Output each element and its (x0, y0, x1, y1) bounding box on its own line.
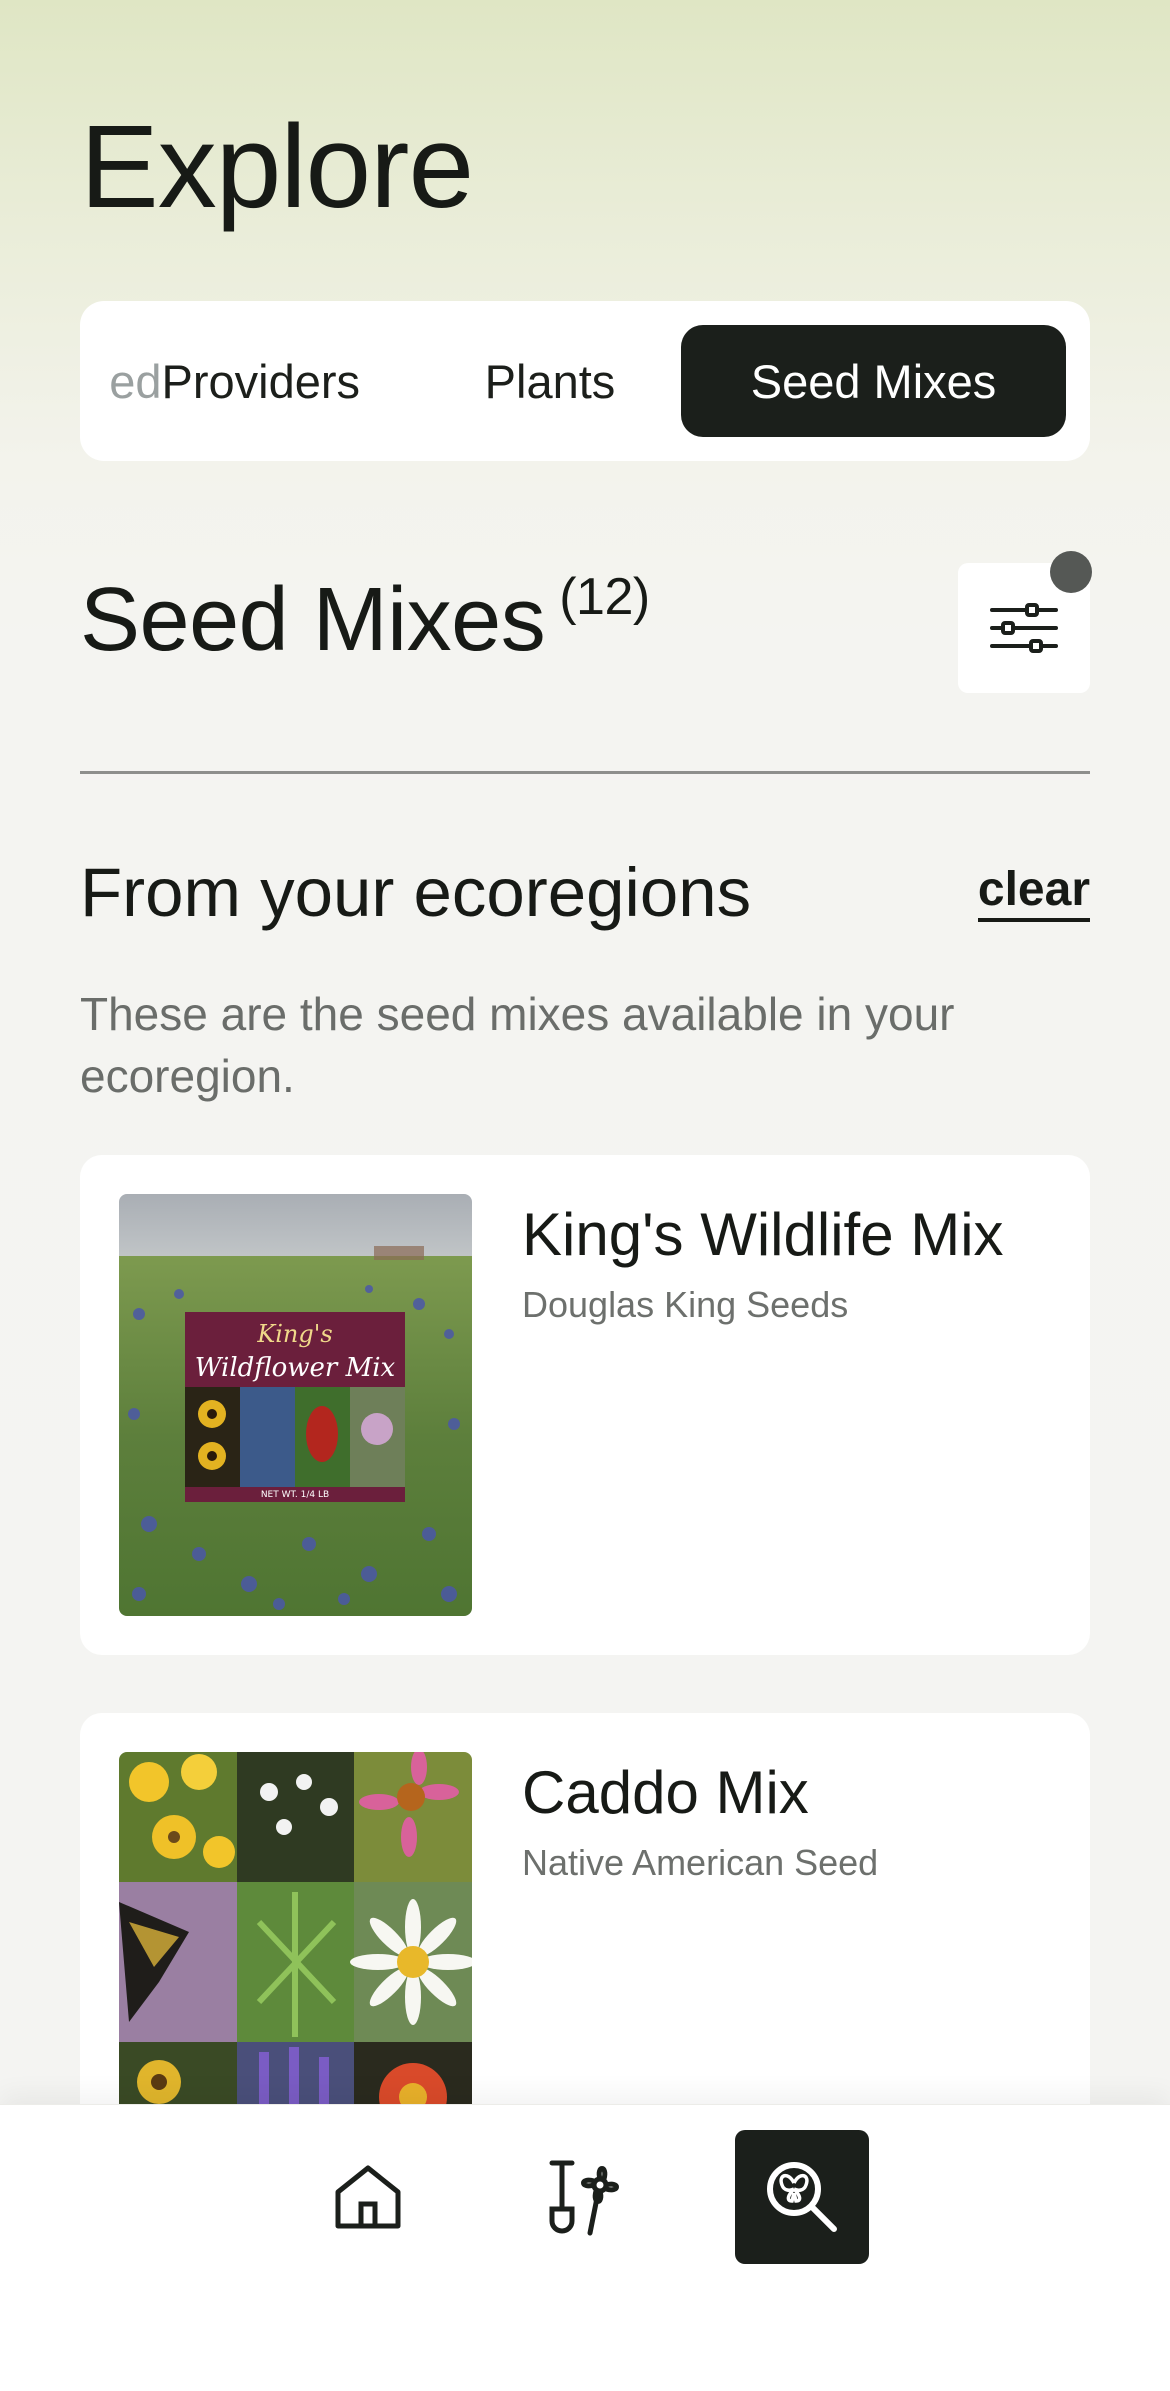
sliders-icon (990, 603, 1058, 653)
tab-seed-providers[interactable]: ed Providers (80, 325, 360, 437)
section-heading: Seed Mixes (12) (80, 570, 650, 670)
page-title: Explore (80, 101, 474, 233)
explore-search-icon (767, 2162, 837, 2232)
ecoregion-title: From your ecoregions (80, 854, 752, 931)
seed-mix-title: King's Wildlife Mix (522, 1201, 1004, 1268)
seed-mix-image: King's Wildflower Mix NET WT. 1/4 LB (119, 1194, 472, 1616)
garden-tools-icon (549, 2160, 619, 2236)
seed-mix-provider: Native American Seed (522, 1842, 879, 1883)
result-count: (12) (559, 568, 650, 626)
tab-plants[interactable]: Plants (450, 325, 650, 437)
section-divider (80, 771, 1090, 774)
section-title: Seed Mixes (80, 570, 546, 670)
seed-mix-card[interactable]: King's Wildflower Mix NET WT. 1/4 LB Kin… (80, 1155, 1090, 1655)
active-filter-indicator (1050, 551, 1092, 593)
ecoregion-description: These are the seed mixes available in yo… (80, 988, 955, 1102)
tab-seed-mixes[interactable]: Seed Mixes (681, 325, 1066, 437)
seed-mix-provider: Douglas King Seeds (522, 1284, 849, 1325)
clear-link[interactable]: clear (977, 866, 1090, 922)
package-footer: NET WT. 1/4 LB (261, 1490, 329, 1500)
package-title-line2: Wildflower Mix (195, 1353, 396, 1383)
tab-seed-providers-label: Providers (161, 354, 360, 408)
category-segmented-control: ed Providers Plants Seed Mixes (80, 301, 1090, 461)
seed-mix-title: Caddo Mix (522, 1759, 809, 1826)
nav-explore[interactable] (735, 2130, 869, 2264)
package-title-line1: King's (256, 1320, 332, 1348)
kings-wildlife-mix-photo: King's Wildflower Mix NET WT. 1/4 LB (119, 1194, 472, 1616)
tab-seed-providers-fade: ed (109, 354, 162, 408)
home-icon (335, 2165, 401, 2229)
nav-home[interactable] (301, 2130, 435, 2264)
nav-garden[interactable] (517, 2130, 651, 2264)
